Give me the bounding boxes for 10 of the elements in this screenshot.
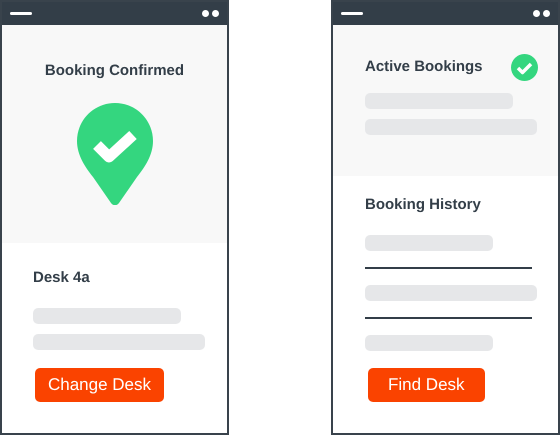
check-pin-icon <box>76 102 152 204</box>
action-button[interactable]: Change Desk <box>35 368 164 402</box>
more-icon[interactable] <box>533 10 550 17</box>
more-icon[interactable] <box>202 10 219 17</box>
heading: Booking Confirmed <box>44 61 184 81</box>
heading: Desk 4a <box>33 268 91 288</box>
heading: Active Bookings <box>365 57 483 78</box>
heading: Booking History <box>365 195 482 215</box>
check-icon <box>511 54 538 81</box>
action-button[interactable]: Find Desk <box>368 368 485 402</box>
